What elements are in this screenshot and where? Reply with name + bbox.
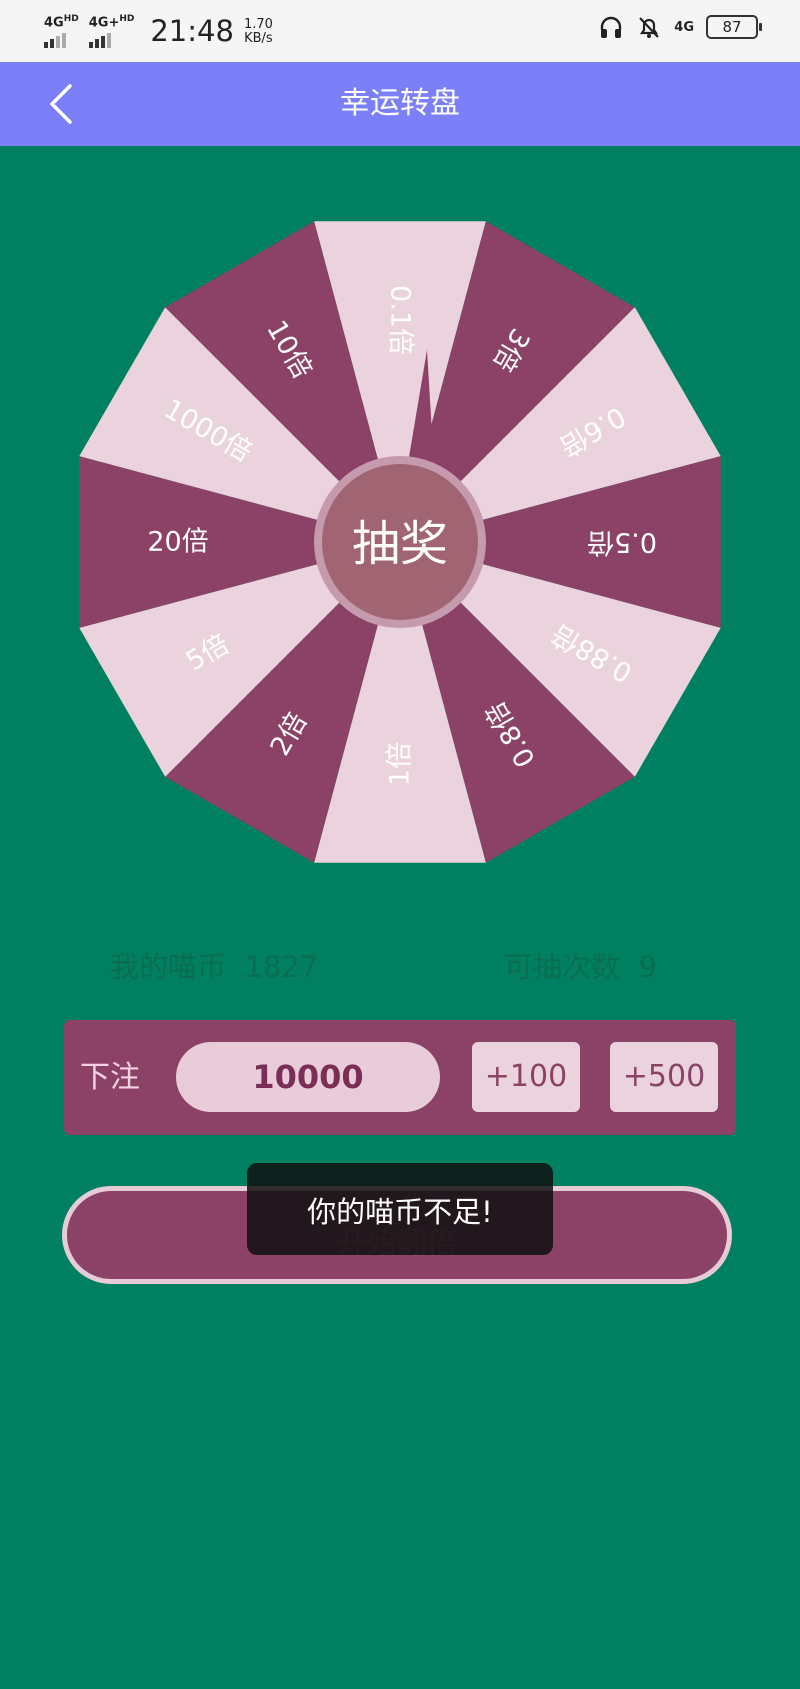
network-sup-1: HD — [63, 14, 79, 24]
page-title: 幸运转盘 — [340, 86, 460, 121]
prize-wheel: 0.1倍 3倍0.6倍0.5倍0.88倍0.8倍1倍2倍5倍20倍1000倍10倍… — [79, 221, 721, 863]
bell-muted-icon — [639, 17, 660, 38]
coins-info: 我的喵币 1827 — [110, 944, 318, 986]
network-speed: 1.70 KB/s — [244, 18, 273, 46]
back-button[interactable] — [44, 80, 84, 128]
bet-label: 下注 — [80, 1060, 140, 1095]
add-500-button[interactable]: +500 — [610, 1042, 718, 1112]
battery-icon: 87 — [706, 15, 762, 39]
draws-label: 可抽次数 — [504, 950, 621, 984]
coins-label: 我的喵币 — [110, 950, 227, 984]
wheel-segment-label: 20倍 — [147, 527, 208, 558]
network-type-1: 4G — [44, 15, 64, 31]
speed-unit: KB/s — [244, 31, 273, 46]
draws-value: 9 — [638, 950, 657, 984]
clock: 21:48 — [150, 14, 234, 48]
add-100-button[interactable]: +100 — [472, 1042, 580, 1112]
app-bar: 幸运转盘 — [0, 62, 800, 146]
coins-value: 1827 — [244, 950, 319, 984]
status-left: 4GHD 4G+HD 21:48 1.70 KB/s — [44, 12, 273, 49]
wheel-segment-label: 1倍 — [385, 742, 416, 786]
wheel-segment-label: 0.1倍 — [385, 285, 416, 355]
network-type-2: 4G+ — [88, 15, 120, 31]
draws-info: 可抽次数 9 — [504, 944, 657, 986]
status-bar: 4GHD 4G+HD 21:48 1.70 KB/s 4G 87 — [0, 0, 800, 62]
bet-amount-input[interactable]: 10000 — [176, 1042, 440, 1112]
headphones-icon — [601, 16, 622, 38]
draw-button-label[interactable]: 抽奖 — [352, 516, 448, 572]
signal-2: 4G+HD — [88, 12, 135, 49]
network-type-3: 4G — [674, 19, 694, 35]
signal-bars-icon — [88, 33, 111, 49]
draw-button[interactable]: 抽奖 — [314, 456, 486, 628]
speed-value: 1.70 — [243, 17, 273, 32]
bet-panel: 下注 10000 +100 +500 — [64, 1020, 736, 1135]
status-right: 4G 87 — [598, 14, 762, 40]
signal-bars-icon — [44, 33, 66, 49]
toast-message: 你的喵币不足! — [307, 1195, 493, 1229]
network-sup-2: HD — [119, 14, 135, 24]
signal-1: 4GHD — [44, 12, 79, 49]
wheel-segment-label: 0.5倍 — [587, 527, 657, 558]
toast: 你的喵币不足! — [247, 1163, 553, 1255]
